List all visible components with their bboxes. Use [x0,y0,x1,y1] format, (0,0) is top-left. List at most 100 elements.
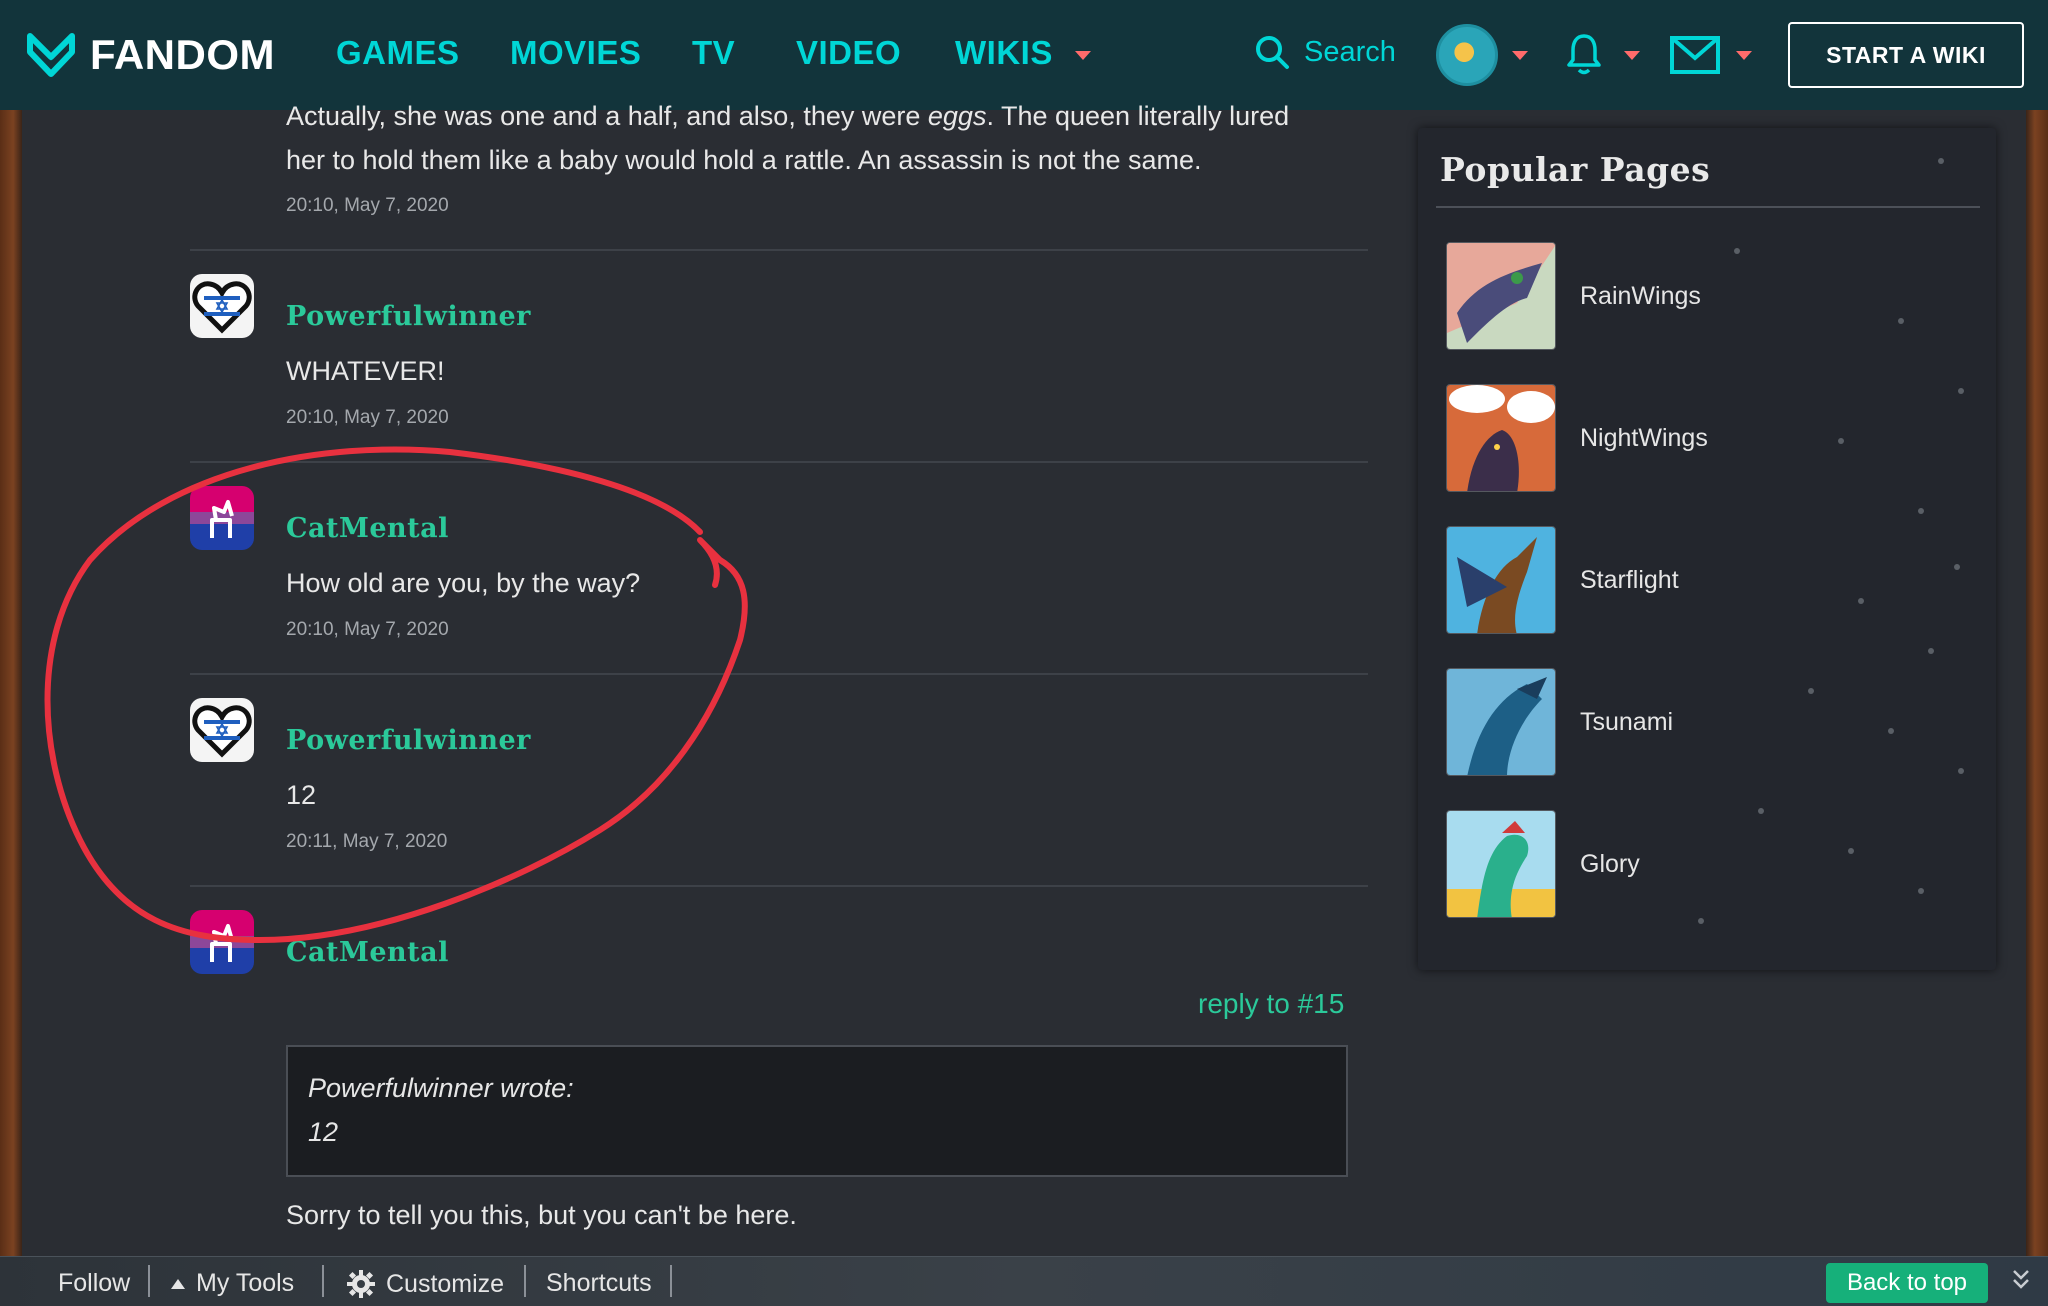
popular-page-label: Starflight [1580,565,1679,594]
comment-text-segment: Actually, she was one and a half, and al… [286,101,928,131]
popular-page-label: NightWings [1580,423,1708,452]
chevron-down-icon [1074,50,1091,60]
search-button[interactable]: Search [1254,34,1396,70]
comment-body: How old are you, by the way? [286,568,641,598]
notifications-bell-icon[interactable] [1566,32,1602,76]
star-decoration [1928,648,1934,654]
popular-page-item[interactable]: Glory [1446,810,1640,918]
popular-pages-title: Popular Pages [1440,150,1711,189]
comment-text-segment: her to hold them like a baby would hold … [286,145,1202,175]
avatar-powerfulwinner[interactable] [190,698,254,762]
quote-block: Powerfulwinner wrote: 12 [286,1045,1348,1177]
star-decoration [1758,808,1764,814]
toolbar-separator [670,1265,672,1297]
customize-button[interactable]: Customize [346,1269,504,1299]
my-tools-label: My Tools [196,1269,295,1297]
comment-author[interactable]: Powerfulwinner [286,301,531,332]
avatar-catmental[interactable] [190,910,254,974]
star-decoration [1958,768,1964,774]
star-decoration [1848,848,1854,854]
comment-body: WHATEVER! [286,356,445,386]
toolbar-separator [524,1265,526,1297]
comment-text-segment: . The queen literally lured [986,101,1290,131]
nav-wikis[interactable]: WIKIS [955,34,1091,72]
glory-thumbnail [1446,810,1556,918]
star-decoration [1858,598,1864,604]
fandom-logo[interactable]: FANDOM [22,26,275,84]
collapse-toolbar-icon[interactable] [2012,1267,2030,1297]
nav-movies[interactable]: MOVIES [510,34,641,72]
shortcuts-button[interactable]: Shortcuts [546,1269,652,1298]
star-decoration [1888,728,1894,734]
toolbar-separator [322,1265,324,1297]
bi-flag-unicorn-avatar-icon [190,486,254,550]
star-decoration [1838,438,1844,444]
star-decoration [1938,158,1944,164]
star-decoration [1918,888,1924,894]
nav-tv[interactable]: TV [692,34,735,72]
quote-body: 12 [308,1117,339,1147]
tsunami-thumbnail [1446,668,1556,776]
comment-author[interactable]: Powerfulwinner [286,725,531,756]
search-label: Search [1304,35,1396,68]
chevron-down-icon[interactable] [1624,51,1640,60]
chevron-down-icon[interactable] [1512,51,1528,60]
nav-games[interactable]: GAMES [336,34,460,72]
search-icon [1256,36,1289,69]
start-a-wiki-button[interactable]: START A WIKI [1788,22,2024,88]
star-decoration [1918,508,1924,514]
popular-page-item[interactable]: RainWings [1446,242,1701,350]
comment-divider [190,249,1368,251]
star-decoration [1958,388,1964,394]
back-to-top-button[interactable]: Back to top [1826,1263,1988,1303]
page-edge-right [2026,110,2048,1256]
star-decoration [1954,564,1960,570]
chevron-down-icon[interactable] [1736,51,1752,60]
user-avatar[interactable] [1436,24,1498,86]
comment-timestamp: 20:10, May 7, 2020 [286,407,449,428]
comment-body-partial: Actually, she was one and a half, and al… [286,94,1289,182]
israel-heart-avatar-icon [190,274,254,338]
starflight-thumbnail [1446,526,1556,634]
popular-page-item[interactable]: Tsunami [1446,668,1673,776]
comment-divider [190,885,1368,887]
popular-page-label: Glory [1580,849,1640,878]
comment-body: 12 [286,780,317,810]
star-decoration [1898,318,1904,324]
comment-divider [190,461,1368,463]
follow-button[interactable]: Follow [58,1269,130,1298]
comment-author[interactable]: CatMental [286,937,449,968]
fandom-heart-icon [27,33,75,77]
bottom-toolbar: Follow My Tools Customize Shortcuts Back… [0,1256,2048,1306]
popular-page-item[interactable]: Starflight [1446,526,1679,634]
toolbar-separator [148,1265,150,1297]
gear-icon [347,1270,375,1298]
comment-timestamp: 20:11, May 7, 2020 [286,831,448,852]
popular-pages-divider [1436,206,1980,208]
popular-page-item[interactable]: NightWings [1446,384,1708,492]
comment-body: Sorry to tell you this, but you can't be… [286,1200,797,1230]
popular-pages-panel: Popular Pages RainWings NightWings Starf… [1418,128,1996,970]
my-tools-menu[interactable]: My Tools [170,1269,294,1298]
reply-to-link[interactable]: reply to #15 [1198,988,1344,1020]
comment-timestamp: 20:10, May 7, 2020 [286,195,449,216]
customize-label: Customize [386,1269,505,1298]
nightwings-thumbnail [1446,384,1556,492]
page-edge-left [0,110,22,1256]
popular-page-label: RainWings [1580,281,1701,310]
avatar-powerfulwinner[interactable] [190,274,254,338]
star-decoration [1734,248,1740,254]
star-decoration [1698,918,1704,924]
nav-wikis-label: WIKIS [955,34,1053,71]
fandom-wordmark: FANDOM [90,31,275,78]
avatar-catmental[interactable] [190,486,254,550]
nav-video[interactable]: VIDEO [796,34,901,72]
chevron-up-icon [171,1278,185,1289]
star-decoration [1808,688,1814,694]
comment-author[interactable]: CatMental [286,513,449,544]
bi-flag-unicorn-avatar-icon [190,910,254,974]
rainwings-thumbnail [1446,242,1556,350]
popular-page-label: Tsunami [1580,707,1674,736]
messages-envelope-icon[interactable] [1670,36,1720,74]
quote-header: Powerfulwinner wrote: [308,1073,574,1103]
